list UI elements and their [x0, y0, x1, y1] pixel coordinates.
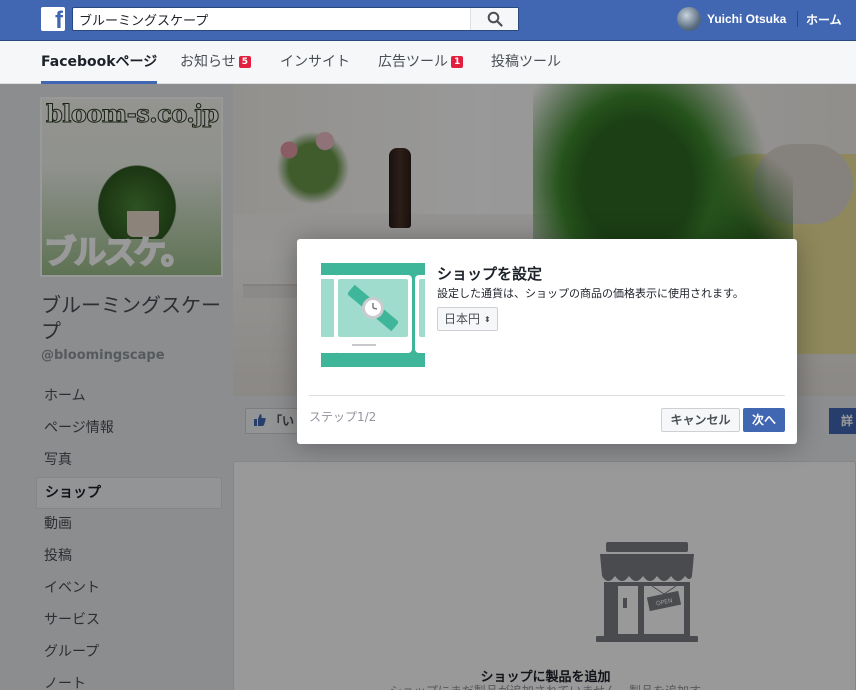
tab-publishing-tools[interactable]: 投稿ツール: [491, 41, 561, 84]
tab-insights[interactable]: インサイト: [280, 41, 350, 84]
shop-setup-dialog: ショップを設定 設定した通貨は、ショップの商品の価格表示に使用されます。 日本円…: [297, 239, 797, 444]
search-input[interactable]: [73, 8, 473, 30]
currency-value: 日本円: [444, 312, 481, 326]
sort-arrows-icon: ⬍: [484, 315, 491, 324]
divider: [797, 11, 798, 27]
facebook-logo-icon[interactable]: f: [41, 7, 65, 31]
tab-ad-tools[interactable]: 広告ツール 1: [378, 41, 464, 84]
tab-notifications[interactable]: お知らせ 5: [180, 41, 251, 84]
tab-facebook-page[interactable]: Facebookページ: [41, 41, 158, 84]
notification-badge: 5: [238, 56, 251, 68]
next-button[interactable]: 次へ: [743, 408, 785, 432]
user-name: Yuichi Otsuka: [707, 12, 787, 26]
page-tab-bar: Facebookページ お知らせ 5 インサイト 広告ツール 1 投稿ツール: [0, 41, 856, 84]
watch-icon: [348, 284, 398, 332]
tab-label: お知らせ: [180, 54, 236, 70]
tab-label: 広告ツール: [378, 54, 448, 70]
notification-badge: 1: [451, 56, 464, 68]
top-bar: f Yuichi Otsuka ホーム: [0, 0, 856, 41]
cancel-button[interactable]: キャンセル: [661, 408, 740, 432]
avatar: [677, 7, 701, 31]
phone-center-image: [334, 275, 412, 353]
user-profile-link[interactable]: Yuichi Otsuka: [677, 7, 786, 31]
search-icon: [487, 11, 503, 27]
tab-label: インサイト: [280, 54, 350, 70]
step-indicator: ステップ1/2: [309, 410, 377, 424]
tab-label: Facebookページ: [41, 54, 158, 70]
currency-select[interactable]: 日本円 ⬍: [437, 307, 498, 331]
search-box[interactable]: [72, 7, 519, 31]
dialog-description: 設定した通貨は、ショップの商品の価格表示に使用されます。: [437, 287, 744, 300]
dialog-divider: [309, 395, 785, 396]
tab-label: 投稿ツール: [491, 54, 561, 70]
phone-right-image: [415, 275, 425, 353]
search-button[interactable]: [470, 8, 518, 30]
dialog-title: ショップを設定: [437, 265, 543, 283]
shop-illustration: [321, 263, 425, 367]
home-link[interactable]: ホーム: [806, 11, 842, 28]
